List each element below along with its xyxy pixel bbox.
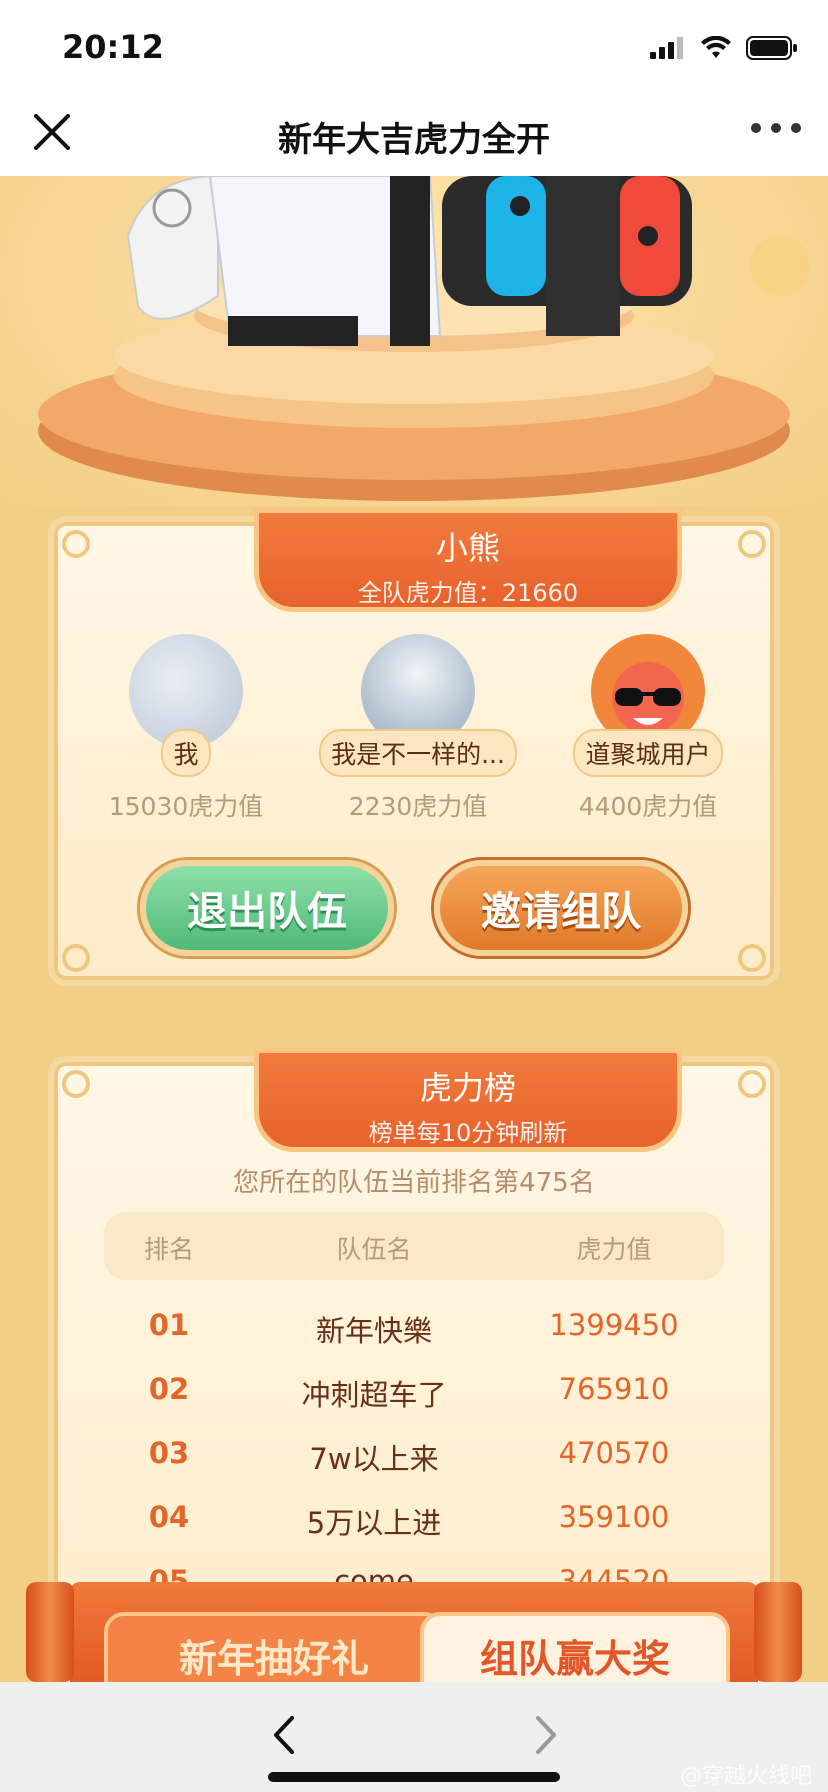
row-rank: 01 [148,1308,190,1342]
wifi-icon [701,36,731,58]
page-title: 新年大吉虎力全开 [278,120,550,160]
corner-ornament [62,530,90,558]
scroll-left-ornament [26,1582,74,1682]
more-icon[interactable] [750,118,802,138]
row-value: 359100 [558,1500,670,1534]
table-row: 02 冲刺超车了 765910 [104,1372,724,1436]
row-value: 470570 [558,1436,670,1470]
member-name: 我 [161,729,211,777]
team-member[interactable]: 道聚城用户 4400虎力值 [548,634,748,823]
member-score: 4400虎力值 [578,792,718,821]
row-value: 1399450 [549,1308,679,1342]
status-icons [650,36,798,60]
header-team: 队伍名 [336,1235,412,1264]
tab-team-prize[interactable]: 组队赢大奖 [420,1612,730,1682]
team-name: 小熊 [435,529,500,567]
corner-ornament [738,530,766,558]
ranking-header: 排名 队伍名 虎力值 [104,1212,724,1280]
row-rank: 02 [148,1372,190,1406]
table-row: 01 新年快樂 1399450 [104,1308,724,1372]
browser-bottom-bar: @穿越火线吧 [0,1682,828,1792]
row-team: 5万以上进 [306,1506,442,1540]
signal-icon [650,37,683,59]
member-name: 我是不一样的... [319,729,517,777]
row-team: 新年快樂 [315,1314,432,1348]
watermark: @穿越火线吧 [679,1764,812,1789]
row-rank: 04 [148,1500,190,1534]
current-rank-text: 您所在的队伍当前排名第475名 [233,1168,595,1198]
table-row: 03 7w以上来 470570 [104,1436,724,1500]
scroll-right-ornament [754,1582,802,1682]
corner-ornament [738,1070,766,1098]
forward-arrow-icon[interactable] [526,1710,566,1760]
member-name: 道聚城用户 [573,729,723,777]
status-time: 20:12 [62,28,164,66]
ranking-title: 虎力榜 [419,1069,516,1107]
row-team: 冲刺超车了 [301,1378,447,1412]
back-arrow-icon[interactable] [264,1710,304,1760]
invite-team-button[interactable]: 邀请组队 [434,860,688,956]
ranking-ribbon: 虎力榜 榜单每10分钟刷新 [254,1048,682,1152]
team-member[interactable]: 我是不一样的... 2230虎力值 [318,634,518,823]
row-rank: 03 [148,1436,190,1470]
home-indicator [268,1772,560,1782]
prize-stage-illustration [38,176,810,501]
battery-icon [746,36,797,60]
team-card: 小熊 全队虎力值：21660 我 15030虎力值 我是不一样的... 2230… [48,508,780,986]
row-value: 765910 [558,1372,670,1406]
member-score: 2230虎力值 [348,792,488,821]
row-team: 7w以上来 [309,1442,439,1476]
team-total: 全队虎力值：21660 [357,579,579,607]
bottom-tab-banner: 新年抽好礼 组队赢大奖 [20,1582,808,1682]
team-member[interactable]: 我 15030虎力值 [86,634,286,823]
hero-banner [0,176,828,506]
ranking-subtitle: 榜单每10分钟刷新 [368,1119,568,1147]
corner-ornament [62,1070,90,1098]
team-ribbon: 小熊 全队虎力值：21660 [254,508,682,612]
header-rank: 排名 [143,1235,194,1264]
member-score: 15030虎力值 [108,792,264,821]
corner-ornament [738,944,766,972]
nav-bar: 新年大吉虎力全开 [0,88,828,176]
quit-team-button[interactable]: 退出队伍 [140,860,394,956]
status-bar: 20:12 [0,0,828,88]
header-value: 虎力值 [576,1235,652,1264]
corner-ornament [62,944,90,972]
tab-new-year-draw[interactable]: 新年抽好礼 [104,1612,444,1682]
table-row: 04 5万以上进 359100 [104,1500,724,1564]
